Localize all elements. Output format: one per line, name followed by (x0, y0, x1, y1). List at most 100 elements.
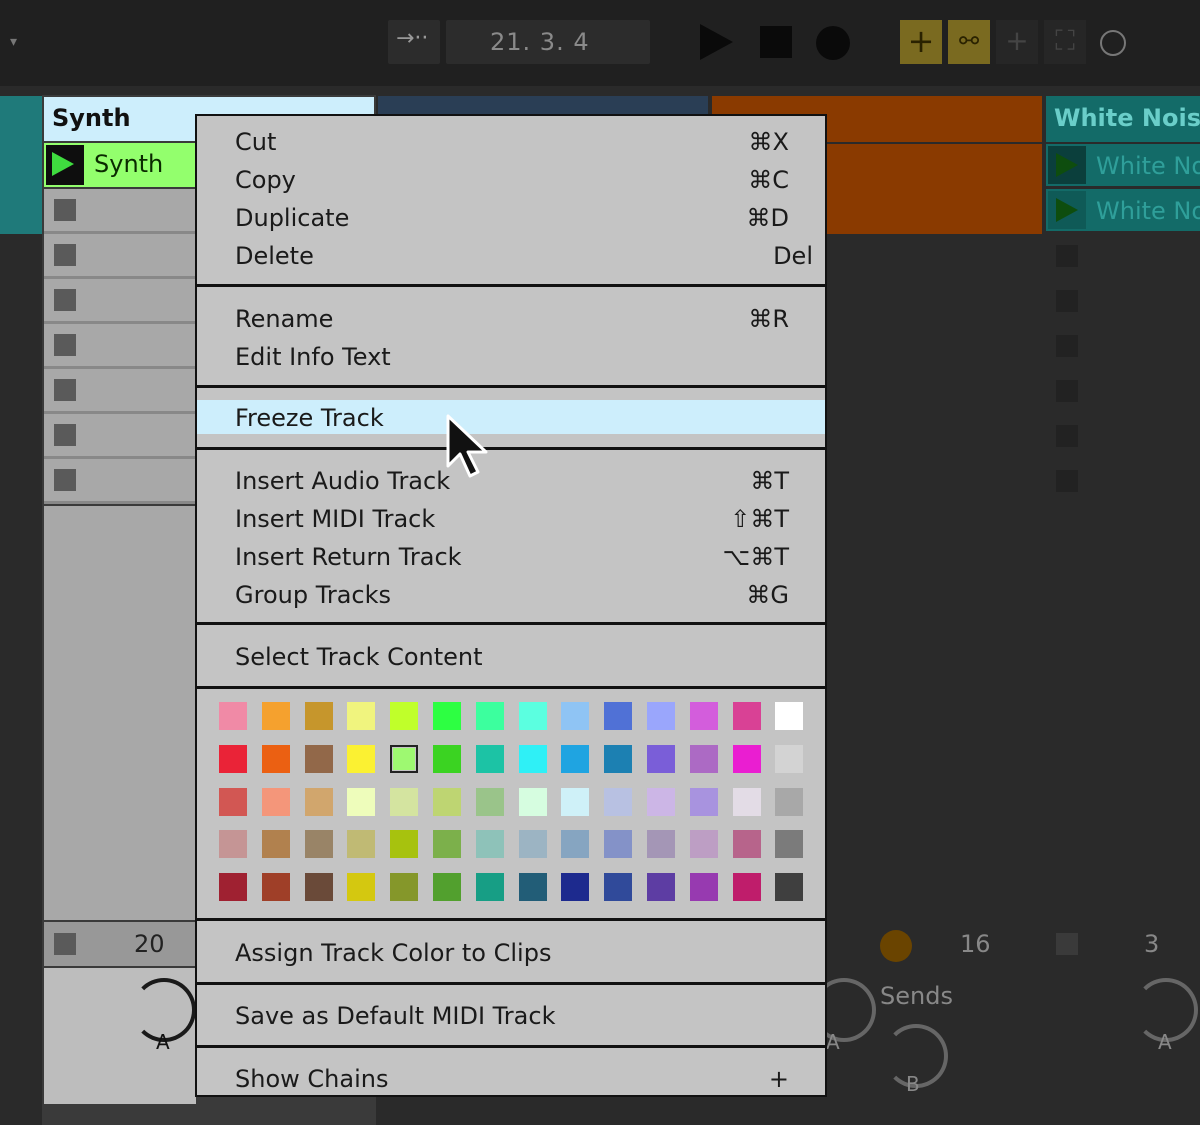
color-swatch[interactable] (390, 744, 419, 773)
color-swatch[interactable] (518, 787, 547, 816)
color-swatch[interactable] (775, 744, 804, 773)
color-swatch[interactable] (219, 702, 247, 730)
color-swatch[interactable] (518, 744, 547, 773)
color-swatch[interactable] (604, 873, 633, 902)
color-swatch[interactable] (561, 744, 590, 773)
color-swatch[interactable] (775, 830, 804, 859)
color-swatch[interactable] (390, 702, 419, 730)
clip-slot[interactable] (44, 279, 196, 324)
color-swatch[interactable] (475, 744, 504, 773)
color-swatch[interactable] (304, 830, 333, 859)
capture-icon[interactable]: ⛶ (1044, 20, 1086, 64)
clip-stop-button[interactable] (1056, 380, 1078, 402)
clip-slot[interactable] (44, 189, 196, 234)
color-swatch[interactable] (390, 830, 419, 859)
clip-slot[interactable] (44, 369, 196, 414)
menu-item-duplicate[interactable]: Duplicate ⌘D (197, 200, 825, 236)
clip-stop-button[interactable] (54, 244, 76, 266)
color-swatch[interactable] (475, 787, 504, 816)
song-position-field[interactable]: 21. 3. 4 (446, 20, 650, 64)
color-swatch[interactable] (561, 873, 590, 902)
clip-slot[interactable] (44, 459, 196, 504)
clip-launch-button[interactable] (1048, 191, 1086, 229)
color-swatch[interactable] (219, 744, 247, 773)
clip-stop-button[interactable] (1056, 335, 1078, 357)
color-swatch[interactable] (775, 787, 804, 816)
color-swatch[interactable] (261, 744, 290, 773)
color-swatch[interactable] (347, 830, 376, 859)
menu-item-save-as-default-midi-track[interactable]: Save as Default MIDI Track (197, 998, 825, 1034)
color-swatch[interactable] (604, 787, 633, 816)
overdub-button[interactable]: + (900, 20, 942, 64)
menu-item-insert-return-track[interactable]: Insert Return Track ⌥⌘T (197, 539, 825, 575)
menu-item-assign-track-color-to-clips[interactable]: Assign Track Color to Clips (197, 935, 825, 971)
clip-stop-button[interactable] (1056, 245, 1078, 267)
color-swatch[interactable] (347, 744, 376, 773)
menu-item-edit-info-text[interactable]: Edit Info Text (197, 339, 825, 375)
white-noise-clip[interactable]: White Noise (1046, 189, 1200, 231)
menu-item-cut[interactable]: Cut ⌘X (197, 124, 825, 160)
chevron-down-icon[interactable]: ▾ (10, 34, 17, 50)
color-swatch[interactable] (604, 744, 633, 773)
color-swatch[interactable] (433, 830, 461, 859)
color-swatch[interactable] (347, 787, 376, 816)
menu-item-freeze-track[interactable]: Freeze Track (197, 400, 825, 434)
color-swatch[interactable] (647, 830, 675, 859)
color-swatch[interactable] (390, 787, 419, 816)
clip-stop-button[interactable] (54, 424, 76, 446)
color-swatch[interactable] (732, 702, 761, 730)
record-button[interactable] (816, 26, 850, 60)
clip-stop-button[interactable] (54, 289, 76, 311)
clip-slot[interactable] (44, 414, 196, 459)
color-swatch[interactable] (518, 873, 547, 902)
color-swatch[interactable] (433, 744, 461, 773)
color-swatch[interactable] (261, 830, 290, 859)
follow-behavior-button[interactable]: →·· (388, 20, 440, 64)
color-swatch[interactable] (647, 873, 675, 902)
color-swatch[interactable] (347, 873, 376, 902)
clip-stop-button[interactable] (54, 379, 76, 401)
clip-stop-button[interactable] (1056, 290, 1078, 312)
menu-item-delete[interactable]: Delete Del (197, 238, 825, 274)
clip-slot[interactable] (44, 234, 196, 279)
color-swatch[interactable] (518, 702, 547, 730)
menu-item-group-tracks[interactable]: Group Tracks ⌘G (197, 577, 825, 613)
color-swatch[interactable] (604, 830, 633, 859)
color-swatch[interactable] (561, 830, 590, 859)
color-swatch[interactable] (689, 873, 718, 902)
color-swatch[interactable] (647, 787, 675, 816)
color-swatch[interactable] (475, 873, 504, 902)
clip-slot[interactable] (44, 324, 196, 369)
color-swatch[interactable] (390, 873, 419, 902)
color-swatch[interactable] (304, 873, 333, 902)
color-swatch[interactable] (689, 787, 718, 816)
clip-stop-button[interactable] (54, 469, 76, 491)
automation-arm-button[interactable]: ⚯ (948, 20, 990, 64)
clip-stop-button[interactable] (54, 334, 76, 356)
stop-all-clips-button[interactable] (54, 933, 76, 955)
color-swatch[interactable] (433, 787, 461, 816)
clip-stop-button[interactable] (1056, 425, 1078, 447)
menu-item-insert-midi-track[interactable]: Insert MIDI Track ⇧⌘T (197, 501, 825, 537)
color-swatch[interactable] (689, 702, 718, 730)
color-swatch[interactable] (475, 702, 504, 730)
color-swatch[interactable] (219, 830, 247, 859)
color-swatch[interactable] (775, 873, 804, 902)
color-swatch[interactable] (647, 744, 675, 773)
color-swatch[interactable] (604, 702, 633, 730)
clip-stop-button[interactable] (1056, 470, 1078, 492)
clip-stop-button[interactable] (54, 199, 76, 221)
stop-all-clips-button[interactable] (1056, 933, 1078, 955)
menu-item-insert-audio-track[interactable]: Insert Audio Track ⌘T (197, 463, 825, 499)
add-icon[interactable]: + (996, 20, 1038, 64)
stop-button[interactable] (760, 26, 792, 58)
color-swatch[interactable] (261, 702, 290, 730)
white-noise-clip[interactable]: White Noise (1046, 144, 1200, 186)
menu-item-rename[interactable]: Rename ⌘R (197, 301, 825, 337)
color-swatch[interactable] (732, 787, 761, 816)
color-swatch[interactable] (732, 873, 761, 902)
color-swatch[interactable] (304, 744, 333, 773)
color-swatch[interactable] (433, 702, 461, 730)
color-swatch[interactable] (561, 702, 590, 730)
color-swatch[interactable] (261, 787, 290, 816)
